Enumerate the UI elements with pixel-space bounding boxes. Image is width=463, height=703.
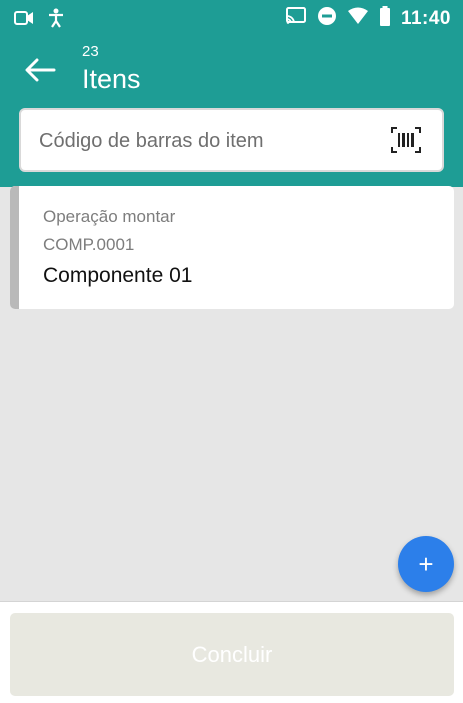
accessibility-icon [46,8,66,33]
back-button[interactable] [18,52,62,92]
item-count: 23 [82,43,99,60]
app-header: 11:40 23 Itens [0,0,463,187]
footer-bar: Concluir [0,601,463,703]
page-title: Itens [82,64,141,94]
list-item[interactable]: Operação montar COMP.0001 Componente 01 [10,186,454,309]
card-accent-bar [10,186,19,309]
wifi-icon [347,7,369,30]
item-code: COMP.0001 [43,235,135,254]
cast-icon [285,7,307,30]
status-time: 11:40 [400,7,451,29]
barcode-scan-button[interactable] [390,126,422,154]
add-item-button[interactable]: + [398,536,454,592]
item-name: Componente 01 [43,264,193,287]
arrow-left-icon [24,58,56,87]
conclude-button[interactable]: Concluir [10,613,454,696]
barcode-search-box [19,108,444,172]
battery-icon [379,6,391,31]
status-bar: 11:40 [0,0,463,38]
screen-record-icon [14,10,34,31]
plus-icon: + [418,548,434,579]
barcode-icon [390,127,422,158]
barcode-input[interactable] [37,110,381,172]
item-operation: Operação montar [43,207,176,226]
dnd-icon [317,6,337,31]
title-block: 23 Itens [82,43,141,95]
